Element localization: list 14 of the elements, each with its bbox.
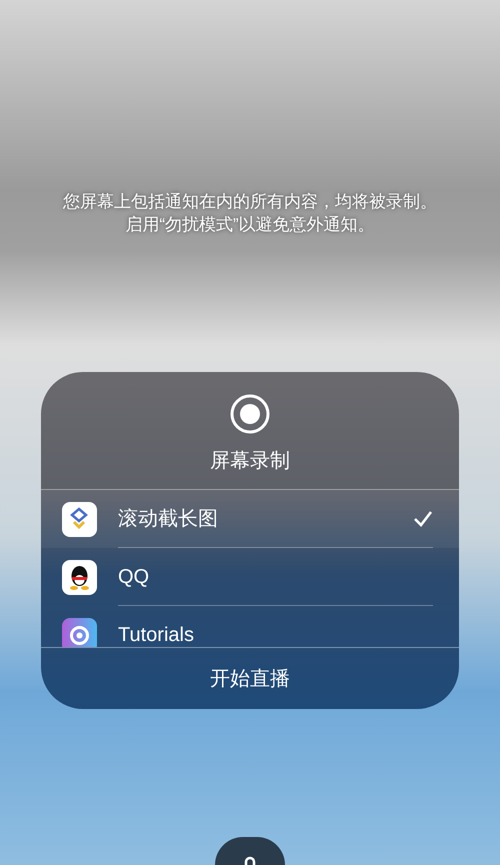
app-name: QQ — [118, 564, 150, 590]
notice-text: 您屏幕上包括通知在内的所有内容，均将被录制。启用“勿扰模式”以避免意外通知。 — [62, 191, 438, 236]
app-icon — [62, 618, 97, 647]
app-row[interactable]: Tutorials — [41, 606, 459, 647]
checkmark-icon — [413, 510, 433, 528]
app-icon — [62, 502, 97, 536]
penguin-app-icon — [62, 560, 97, 594]
sheet-title: 屏幕录制 — [210, 449, 290, 474]
app-row[interactable]: 滚动截长图 — [41, 490, 459, 548]
record-icon — [230, 394, 270, 434]
app-row[interactable]: QQ — [41, 548, 459, 606]
start-broadcast-button[interactable]: 开始直播 — [41, 648, 459, 709]
app-name: Tutorials — [118, 622, 194, 647]
app-name: 滚动截长图 — [118, 506, 218, 532]
